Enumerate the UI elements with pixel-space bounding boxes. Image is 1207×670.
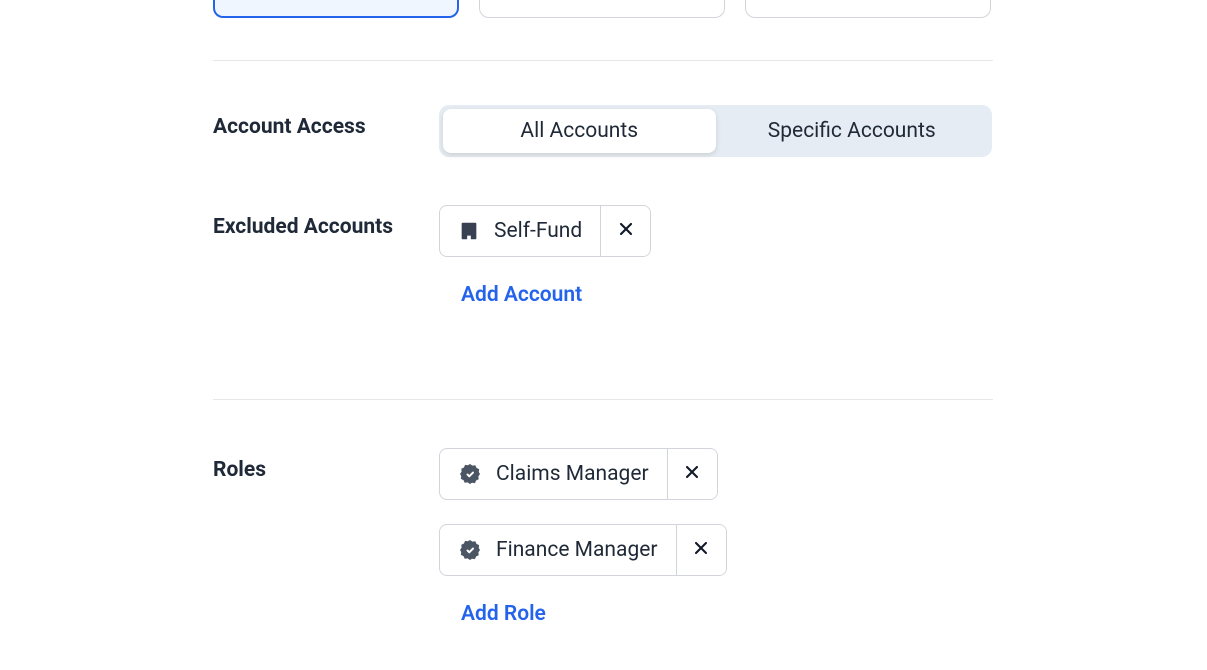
- toggle-specific-accounts-label: Specific Accounts: [768, 119, 936, 143]
- option-card-1[interactable]: [213, 0, 459, 18]
- add-account-link[interactable]: Add Account: [461, 283, 582, 307]
- role-chip-body[interactable]: Finance Manager: [440, 525, 676, 575]
- building-icon: [458, 220, 480, 242]
- toggle-all-accounts-label: All Accounts: [520, 119, 638, 143]
- excluded-accounts-label: Excluded Accounts: [213, 205, 439, 239]
- role-name: Finance Manager: [496, 538, 658, 562]
- badge-check-icon: [458, 462, 482, 486]
- toggle-specific-accounts[interactable]: Specific Accounts: [716, 109, 989, 153]
- option-card-3[interactable]: [745, 0, 991, 18]
- excluded-accounts-list: Self-Fund: [439, 205, 993, 257]
- top-option-cards: [213, 0, 993, 18]
- roles-row: Roles Claims Manager: [213, 400, 993, 626]
- account-access-row: Account Access All Accounts Specific Acc…: [213, 61, 993, 157]
- badge-check-icon: [458, 538, 482, 562]
- excluded-accounts-row: Excluded Accounts Self-Fund: [213, 157, 993, 307]
- close-icon: [682, 462, 702, 486]
- excluded-account-name: Self-Fund: [494, 219, 582, 243]
- role-chip-body[interactable]: Claims Manager: [440, 449, 667, 499]
- close-icon: [691, 538, 711, 562]
- role-chip: Claims Manager: [439, 448, 718, 500]
- excluded-account-chip: Self-Fund: [439, 205, 651, 257]
- role-name: Claims Manager: [496, 462, 649, 486]
- add-role-link[interactable]: Add Role: [461, 602, 546, 626]
- role-chip: Finance Manager: [439, 524, 727, 576]
- remove-role-button[interactable]: [667, 449, 717, 499]
- remove-role-button[interactable]: [676, 525, 726, 575]
- account-access-toggle: All Accounts Specific Accounts: [439, 105, 992, 157]
- account-access-label: Account Access: [213, 105, 439, 139]
- toggle-all-accounts[interactable]: All Accounts: [443, 109, 716, 153]
- excluded-account-chip-body[interactable]: Self-Fund: [440, 206, 600, 256]
- option-card-2[interactable]: [479, 0, 725, 18]
- close-icon: [616, 219, 636, 243]
- remove-excluded-account-button[interactable]: [600, 206, 650, 256]
- roles-list: Claims Manager: [439, 448, 993, 576]
- roles-label: Roles: [213, 448, 439, 482]
